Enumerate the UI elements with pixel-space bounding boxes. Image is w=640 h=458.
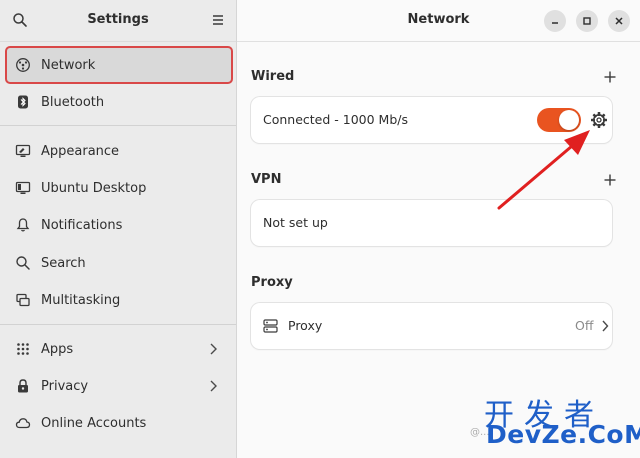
- chevron-right-icon: [210, 343, 217, 355]
- sidebar-divider: [0, 125, 236, 126]
- sidebar-item-network[interactable]: Network: [5, 46, 233, 84]
- sidebar-item-notifications[interactable]: Notifications: [6, 207, 232, 243]
- vpn-row: Not set up: [251, 200, 612, 246]
- sidebar-item-label: Network: [41, 57, 96, 73]
- bluetooth-icon: [18, 95, 28, 109]
- sidebar-item-bluetooth[interactable]: Bluetooth: [6, 84, 232, 120]
- sidebar-title: Settings: [87, 12, 149, 27]
- network-icon: [16, 58, 30, 72]
- sidebar-item-apps[interactable]: Apps: [6, 331, 232, 367]
- cloud-icon: [15, 418, 31, 429]
- add-vpn-icon[interactable]: [603, 173, 617, 187]
- search-icon: [16, 256, 30, 270]
- gear-icon[interactable]: [589, 110, 609, 130]
- vpn-status: Not set up: [263, 215, 328, 230]
- close-button[interactable]: [608, 10, 630, 32]
- wired-connection-row: Connected - 1000 Mb/s: [251, 97, 612, 143]
- sidebar-item-appearance[interactable]: Appearance: [6, 133, 232, 169]
- proxy-status: Off: [575, 318, 594, 333]
- toggle-knob: [559, 110, 579, 130]
- proxy-section-title: Proxy: [251, 275, 293, 290]
- sidebar-item-label: Appearance: [41, 143, 120, 159]
- sidebar-item-label: Bluetooth: [41, 94, 105, 110]
- sidebar-item-ubuntu-desktop[interactable]: Ubuntu Desktop: [6, 170, 232, 206]
- lock-icon: [18, 379, 28, 393]
- add-wired-icon[interactable]: [603, 70, 617, 84]
- sidebar-header: Settings: [0, 0, 236, 42]
- proxy-row[interactable]: Proxy Off: [251, 303, 612, 349]
- main-header: Network: [237, 0, 640, 42]
- sidebar-item-privacy[interactable]: Privacy: [6, 368, 232, 404]
- wired-section-title: Wired: [251, 69, 295, 84]
- minimize-button[interactable]: [544, 10, 566, 32]
- sidebar-item-online-accounts[interactable]: Online Accounts: [6, 405, 232, 441]
- ubuntu-desktop-icon: [15, 181, 31, 194]
- sidebar-item-multitasking[interactable]: Multitasking: [6, 282, 232, 318]
- sidebar-item-label: Online Accounts: [41, 415, 147, 431]
- sidebar-item-label: Search: [41, 255, 86, 271]
- close-icon: [615, 17, 623, 25]
- multitasking-icon: [16, 293, 30, 307]
- sidebar: Settings Network Bluetooth Appearance Ub…: [0, 0, 237, 458]
- chevron-right-icon: [210, 380, 217, 392]
- maximize-icon: [583, 17, 591, 25]
- server-icon: [263, 319, 278, 333]
- hamburger-menu-icon[interactable]: [210, 12, 226, 28]
- apps-grid-icon: [17, 343, 29, 355]
- sidebar-item-label: Privacy: [41, 378, 89, 394]
- appearance-icon: [15, 144, 31, 157]
- watermark: 开发者 @... DevZe.CoM: [470, 390, 640, 458]
- sidebar-item-label: Notifications: [41, 217, 123, 233]
- maximize-button[interactable]: [576, 10, 598, 32]
- sidebar-item-search[interactable]: Search: [6, 245, 232, 281]
- sidebar-item-label: Ubuntu Desktop: [41, 180, 147, 196]
- wired-toggle[interactable]: [537, 108, 581, 132]
- vpn-section-title: VPN: [251, 172, 282, 187]
- minimize-icon: [552, 22, 558, 24]
- proxy-label: Proxy: [288, 318, 323, 333]
- sidebar-item-label: Apps: [41, 341, 74, 357]
- watermark-en: DevZe.CoM: [486, 420, 640, 449]
- wired-connection-label: Connected - 1000 Mb/s: [263, 112, 408, 127]
- sidebar-divider: [0, 324, 236, 325]
- sidebar-item-label: Multitasking: [41, 292, 121, 308]
- chevron-right-icon: [602, 320, 609, 332]
- bell-icon: [16, 218, 30, 232]
